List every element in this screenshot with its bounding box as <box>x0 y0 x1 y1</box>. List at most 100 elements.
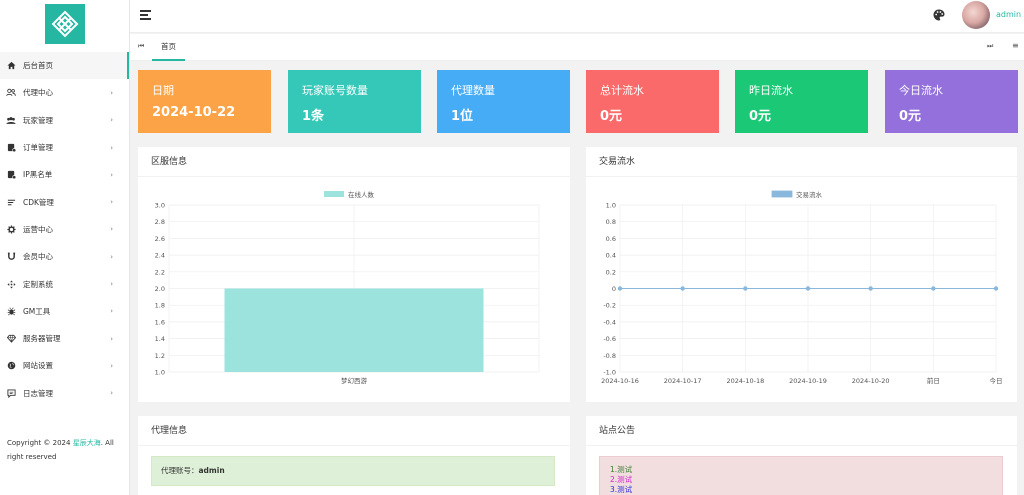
logo[interactable] <box>44 4 85 44</box>
notice-item: 1.测试 <box>610 465 633 474</box>
data-point <box>931 286 936 291</box>
chevron-right-icon: › <box>110 198 113 207</box>
sidebar-item-label: 运营中心 <box>23 224 53 234</box>
y-tick-label: 3.0 <box>155 202 165 210</box>
data-point <box>743 286 748 291</box>
x-tick-label: 今日 <box>990 376 1003 385</box>
data-point <box>617 286 623 291</box>
sidebar-item-label: 服务器管理 <box>23 334 61 344</box>
bug-icon <box>6 306 16 316</box>
y-tick-label: 2.0 <box>155 285 165 293</box>
x-tick-label: 2024-10-20 <box>852 377 890 385</box>
y-tick-label: 1.2 <box>155 352 165 360</box>
tab-home[interactable]: 首页 <box>152 34 185 61</box>
copyright-text: Copyright © 2024 <box>7 439 73 447</box>
tab-bar: ⏮ 首页 ⏭ ≡ <box>130 34 1024 61</box>
card-value: 0元 <box>899 109 922 124</box>
sidebar-item-13[interactable]: 日志管理 › <box>0 380 129 407</box>
notice-item: 2.测试 <box>610 475 633 484</box>
card-value: 1位 <box>451 109 474 124</box>
agent-account-label: 代理账号： <box>161 466 199 475</box>
data-point <box>805 286 811 291</box>
agent-account-box: 代理账号：admin <box>151 456 555 486</box>
tab-menu-icon[interactable]: ≡ <box>1012 41 1019 50</box>
avatar[interactable] <box>962 1 990 29</box>
tab-prev-icon[interactable]: ⏮ <box>138 42 144 51</box>
sidebar-item-label: 会员中心 <box>23 252 53 262</box>
card-title: 玩家账号数量 <box>302 84 368 97</box>
x-tick-label: 前日 <box>927 376 940 385</box>
sidebar-item-12[interactable]: 网站设置 › <box>0 352 129 379</box>
sidebar-item-label: 代理中心 <box>23 88 53 98</box>
sidebar-item-8[interactable]: 会员中心 › <box>0 243 129 270</box>
sidebar-item-label: 后台首页 <box>23 61 53 71</box>
users-icon <box>6 88 16 98</box>
y-tick-label: 1.4 <box>155 335 165 343</box>
x-tick-label: 2024-10-16 <box>601 377 639 385</box>
card-title: 总计流水 <box>600 84 644 97</box>
sidebar-item-7[interactable]: 运营中心 › <box>0 216 129 243</box>
card-value: 0元 <box>749 109 772 124</box>
chevron-right-icon: › <box>110 225 113 234</box>
top-header: admin <box>130 0 1024 33</box>
y-tick-label: -0.8 <box>603 352 616 360</box>
sidebar-item-5[interactable]: IP黑名单 › <box>0 161 129 188</box>
list-icon <box>6 197 16 207</box>
chevron-right-icon: › <box>110 170 113 179</box>
y-tick-label: 2.6 <box>155 235 165 243</box>
sidebar-item-2[interactable]: 代理中心 › <box>0 79 129 106</box>
card-today-flow: 今日流水 0元 <box>885 70 1018 133</box>
y-tick-label: 1.6 <box>155 318 165 326</box>
sidebar-item-9[interactable]: 定制系统 › <box>0 270 129 297</box>
y-tick-label: -1.0 <box>603 369 616 377</box>
chevron-right-icon: › <box>110 88 113 97</box>
card-value: 2024-10-22 <box>152 105 236 120</box>
move-icon <box>6 279 16 289</box>
diamond-icon <box>6 334 16 344</box>
card-title: 日期 <box>152 84 174 97</box>
sidebar-item-1[interactable]: 后台首页 <box>0 52 129 80</box>
logo-area <box>0 0 129 48</box>
home-icon <box>6 61 16 71</box>
panel-title: 站点公告 <box>586 416 1017 446</box>
globe-icon <box>6 361 16 371</box>
menu-toggle-icon[interactable] <box>140 10 151 22</box>
server-info-panel: 区服信息 在线人数 3.0 2.8 2.6 2.4 2.2 2.0 1.8 1.6 1.4 1.2 1… <box>138 147 570 402</box>
y-tick-label: 2.4 <box>155 252 165 260</box>
online-players-chart: 在线人数 3.0 2.8 2.6 2.4 2.2 2.0 1.8 1.6 1.4 1.2 1.0 梦幻西… <box>155 190 540 385</box>
data-point <box>868 286 873 291</box>
chevron-right-icon: › <box>110 252 113 261</box>
y-tick-label: 0 <box>612 285 616 293</box>
card-value: 0元 <box>600 109 623 124</box>
sidebar-item-3[interactable]: 玩家管理 › <box>0 107 129 134</box>
card-total-flow: 总计流水 0元 <box>586 70 719 133</box>
message-icon <box>6 388 16 398</box>
card-value: 1条 <box>302 109 325 124</box>
site-notice-panel: 站点公告 1.测试 2.测试 3.测试 <box>586 416 1017 495</box>
card-title: 昨日流水 <box>749 84 793 97</box>
y-tick-label: 0.6 <box>606 235 616 243</box>
y-tick-label: -0.6 <box>603 335 616 343</box>
card-date: 日期 2024-10-22 <box>138 70 271 133</box>
sidebar-item-label: 定制系统 <box>23 279 53 289</box>
sidebar-item-10[interactable]: GM工具 › <box>0 298 129 325</box>
copyright-brand-link[interactable]: 星辰大海 <box>73 439 101 447</box>
palette-icon[interactable] <box>933 9 945 21</box>
legend-swatch <box>771 190 793 198</box>
blacklist-icon <box>6 170 16 180</box>
sidebar-item-6[interactable]: CDK管理 › <box>0 188 129 215</box>
tab-next-icon[interactable]: ⏭ <box>987 42 993 51</box>
y-tick-label: 0.2 <box>606 268 616 276</box>
sidebar-item-11[interactable]: 服务器管理 › <box>0 325 129 352</box>
x-tick-label: 2024-10-19 <box>789 377 827 385</box>
card-title: 代理数量 <box>451 84 495 97</box>
y-tick-label: 0.4 <box>606 252 616 260</box>
username[interactable]: admin <box>996 10 1021 19</box>
order-icon <box>6 143 16 153</box>
sidebar-menu: 后台首页 代理中心 › 玩家管理 › 订单管理 › IP黑名单 › CDK管理 › 运营中心 › 会员中心… <box>0 52 129 407</box>
sidebar-item-4[interactable]: 订单管理 › <box>0 134 129 161</box>
chevron-right-icon: › <box>110 389 113 398</box>
gear-icon <box>6 224 16 234</box>
legend-label: 交易流水 <box>796 190 823 199</box>
chevron-right-icon: › <box>110 280 113 289</box>
